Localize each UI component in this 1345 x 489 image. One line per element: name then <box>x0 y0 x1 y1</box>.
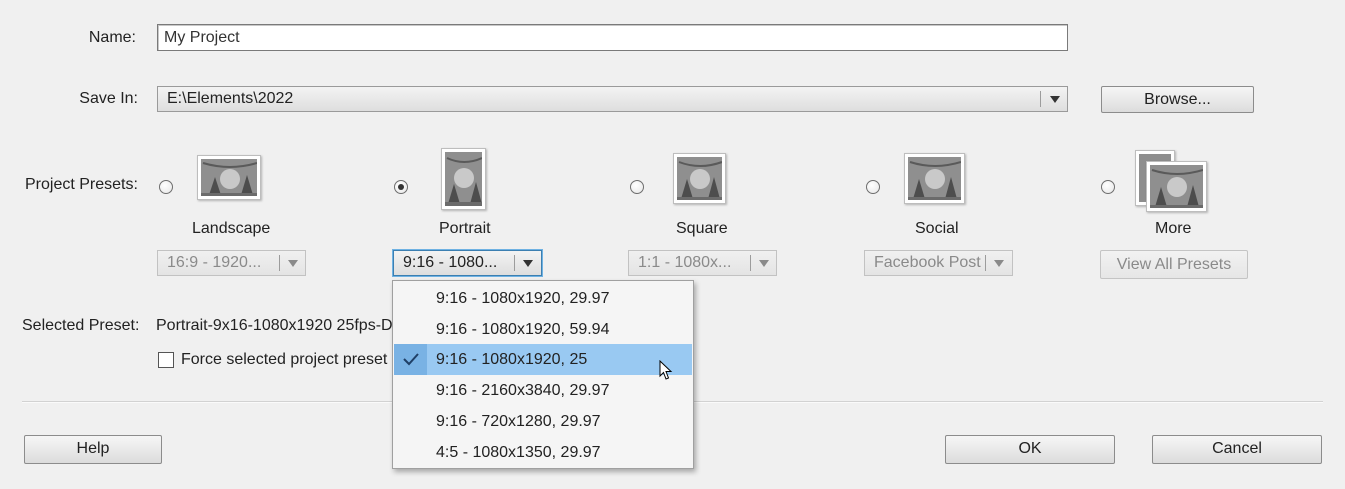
landscape-image-icon <box>201 159 257 196</box>
selected-preset-value: Portrait-9x16-1080x1920 25fps-D <box>156 317 392 334</box>
radio-more[interactable] <box>1101 180 1115 194</box>
portrait-preset-value: 9:16 - 1080... <box>403 254 498 271</box>
mouse-pointer-icon <box>659 360 673 380</box>
radio-portrait[interactable] <box>394 180 408 194</box>
dropdown-item[interactable]: 9:16 - 1080x1920, 59.94 <box>394 314 692 345</box>
radio-square[interactable] <box>630 180 644 194</box>
dropdown-item[interactable]: 9:16 - 1080x1920, 29.97 <box>394 283 692 314</box>
project-presets-label: Project Presets: <box>25 176 138 193</box>
portrait-thumbnail <box>441 148 486 210</box>
radio-landscape[interactable] <box>159 180 173 194</box>
portrait-label: Portrait <box>439 220 491 237</box>
social-preset-select[interactable]: Facebook Post <box>864 250 1013 276</box>
cancel-button[interactable]: Cancel <box>1152 435 1322 464</box>
square-preset-value: 1:1 - 1080x... <box>638 254 732 271</box>
checkmark-icon <box>403 353 419 366</box>
social-thumbnail <box>904 153 965 204</box>
social-preset-value: Facebook Post <box>874 254 981 271</box>
square-label: Square <box>676 220 728 237</box>
help-button[interactable]: Help <box>24 435 162 464</box>
chevron-down-icon <box>288 260 298 267</box>
landscape-preset-value: 16:9 - 1920... <box>167 254 262 271</box>
more-label: More <box>1155 220 1192 237</box>
chevron-down-icon <box>994 260 1004 267</box>
dropdown-item[interactable]: 4:5 - 1080x1350, 29.97 <box>394 437 692 468</box>
landscape-thumbnail <box>197 155 261 200</box>
chevron-down-icon <box>759 260 769 267</box>
save-in-select[interactable]: E:\Elements\2022 <box>157 86 1068 112</box>
dropdown-item[interactable]: 9:16 - 720x1280, 29.97 <box>394 406 692 437</box>
selected-preset-label: Selected Preset: <box>22 317 140 334</box>
social-image-icon <box>908 157 961 200</box>
dropdown-item[interactable]: 9:16 - 2160x3840, 29.97 <box>394 375 692 406</box>
more-image-icon <box>1150 165 1203 208</box>
ok-button[interactable]: OK <box>945 435 1115 464</box>
radio-social[interactable] <box>866 180 880 194</box>
square-image-icon <box>677 157 722 200</box>
square-preset-select[interactable]: 1:1 - 1080x... <box>628 250 777 276</box>
view-all-presets-button[interactable]: View All Presets <box>1100 250 1248 279</box>
portrait-preset-select[interactable]: 9:16 - 1080... <box>393 250 542 276</box>
save-in-value: E:\Elements\2022 <box>167 90 294 107</box>
landscape-preset-select[interactable]: 16:9 - 1920... <box>157 250 306 276</box>
name-input[interactable]: My Project <box>157 24 1068 51</box>
portrait-image-icon <box>445 152 482 206</box>
chevron-down-icon <box>523 260 533 267</box>
social-label: Social <box>915 220 959 237</box>
name-label: Name: <box>88 29 136 46</box>
dropdown-item-selected[interactable]: 9:16 - 1080x1920, 25 <box>394 344 692 375</box>
chevron-down-icon <box>1050 96 1060 103</box>
force-preset-checkbox[interactable] <box>158 352 174 368</box>
more-thumbnail <box>1146 161 1207 212</box>
square-thumbnail <box>673 153 726 204</box>
force-preset-label[interactable]: Force selected project preset <box>181 351 387 369</box>
landscape-label: Landscape <box>192 220 271 237</box>
browse-button[interactable]: Browse... <box>1101 86 1254 113</box>
portrait-preset-dropdown-list: 9:16 - 1080x1920, 29.97 9:16 - 1080x1920… <box>392 280 694 469</box>
save-in-label: Save In: <box>79 90 138 107</box>
